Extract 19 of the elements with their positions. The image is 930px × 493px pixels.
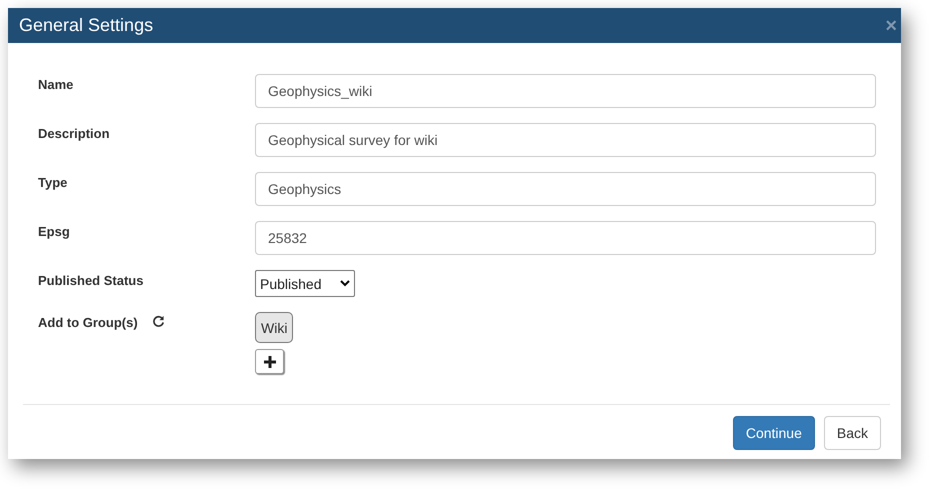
group-tag[interactable]: Wiki	[255, 312, 294, 343]
text-field[interactable]: 25832	[255, 221, 876, 255]
text-field[interactable]: Geophysics_wiki	[255, 74, 876, 108]
chevron-down-icon	[340, 280, 350, 287]
text-field[interactable]: Geophysics	[255, 172, 876, 206]
add-group-button[interactable]	[255, 349, 284, 374]
field-label: Published Status	[38, 273, 144, 288]
field-label: Epsg	[38, 224, 70, 239]
field-label: Description	[38, 126, 110, 141]
window-title: General Settings	[19, 15, 154, 36]
back-button[interactable]: Back	[824, 416, 881, 450]
status-dropdown[interactable]: Published	[255, 270, 355, 297]
field-label: Add to Group(s)	[38, 315, 138, 330]
text-field[interactable]: Geophysical survey for wiki	[255, 123, 876, 157]
field-label: Type	[38, 175, 68, 190]
plus-icon	[262, 354, 276, 368]
refresh-icon[interactable]	[152, 315, 165, 328]
field-label: Name	[38, 77, 74, 92]
continue-button[interactable]: Continue	[732, 416, 815, 450]
